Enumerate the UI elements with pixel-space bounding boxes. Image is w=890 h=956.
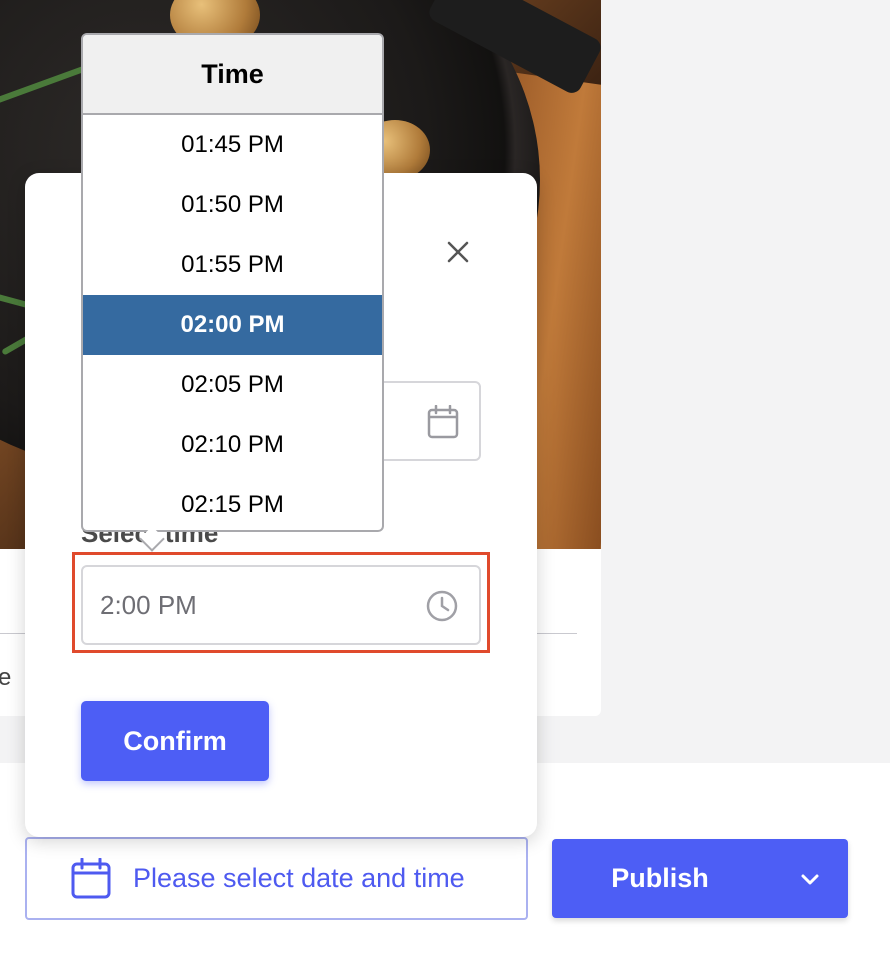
- schedule-date-time-button[interactable]: Please select date and time: [25, 837, 528, 920]
- publish-button[interactable]: Publish: [552, 839, 848, 918]
- time-input-value: 2:00 PM: [100, 589, 197, 620]
- confirm-button[interactable]: Confirm: [81, 701, 269, 781]
- publish-button-label: Publish: [611, 863, 709, 893]
- schedule-button-label: Please select date and time: [133, 863, 465, 893]
- time-option[interactable]: 01:45 PM: [83, 115, 382, 175]
- chevron-down-icon[interactable]: [798, 867, 822, 891]
- time-picker-header: Time: [83, 35, 382, 115]
- clock-icon: [426, 590, 458, 622]
- time-option[interactable]: 02:05 PM: [83, 355, 382, 415]
- time-picker-dropdown: Time 01:45 PM 01:50 PM 01:55 PM 02:00 PM…: [81, 33, 384, 532]
- time-option[interactable]: 02:10 PM: [83, 415, 382, 475]
- time-option[interactable]: 01:50 PM: [83, 175, 382, 235]
- calendar-icon: [427, 405, 459, 439]
- time-option-selected[interactable]: 02:00 PM: [83, 295, 382, 355]
- time-option[interactable]: 01:55 PM: [83, 235, 382, 295]
- calendar-icon: [71, 857, 111, 898]
- time-option[interactable]: 02:15 PM: [83, 475, 382, 530]
- background-text-fragment: e: [0, 664, 12, 691]
- close-icon[interactable]: [445, 239, 471, 265]
- time-input[interactable]: 2:00 PM: [81, 565, 481, 645]
